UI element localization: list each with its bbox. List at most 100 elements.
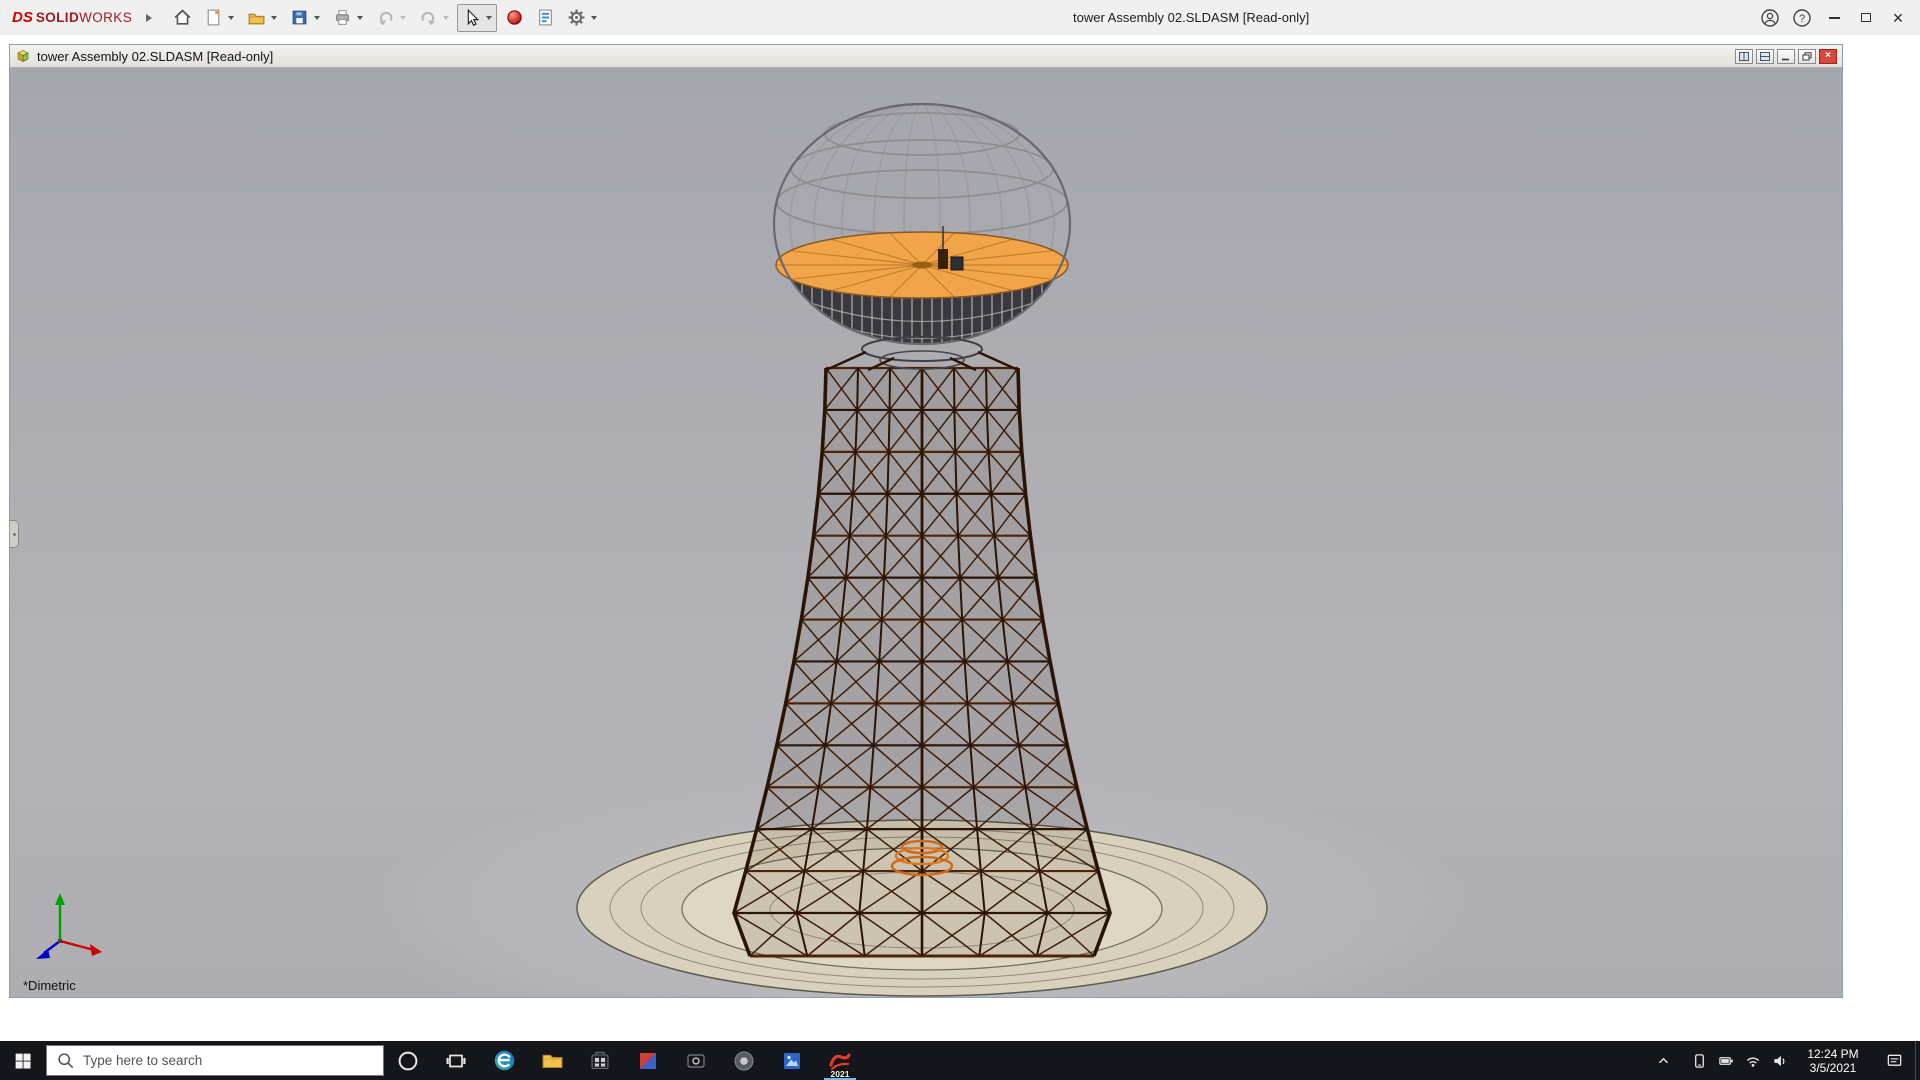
- open-button[interactable]: [244, 6, 268, 30]
- file-explorer-button[interactable]: [528, 1041, 576, 1080]
- cortana-button[interactable]: [384, 1041, 432, 1080]
- record-macro-icon: [505, 8, 524, 27]
- split-vertical-icon: [1739, 52, 1749, 61]
- network-tray-button[interactable]: [1739, 1041, 1766, 1080]
- select-tool-button[interactable]: [459, 6, 483, 30]
- redo-dropdown-icon[interactable]: [443, 16, 449, 20]
- undo-dropdown-icon[interactable]: [400, 16, 406, 20]
- store-icon: [589, 1050, 611, 1072]
- record-macro-button[interactable]: [502, 6, 526, 30]
- windows-start-icon: [14, 1052, 32, 1070]
- minimize-icon: [1829, 17, 1840, 19]
- device-icon: [1691, 1053, 1707, 1069]
- minimize-button[interactable]: [1818, 3, 1850, 33]
- document-window: tower Assembly 02.SLDASM [Read-only] ×: [9, 44, 1843, 998]
- document-minimize-button[interactable]: [1777, 49, 1795, 64]
- browser-app-button[interactable]: [720, 1041, 768, 1080]
- new-dropdown-icon[interactable]: [228, 16, 234, 20]
- taskbar: 2021 12:24 PM 3/5/2021: [0, 1041, 1920, 1080]
- window-controls: ? ×: [1754, 3, 1914, 33]
- panel-splitter-handle[interactable]: [10, 520, 19, 548]
- redo-button[interactable]: [416, 6, 440, 30]
- menu-expand-icon[interactable]: [146, 14, 152, 22]
- split-horizontal-button[interactable]: [1756, 49, 1774, 64]
- solidworks-taskbar-button[interactable]: 2021: [816, 1041, 864, 1080]
- cortana-icon: [397, 1050, 419, 1072]
- open-folder-icon: [247, 8, 266, 27]
- select-dropdown-icon[interactable]: [486, 16, 492, 20]
- device-tray-button[interactable]: [1685, 1041, 1712, 1080]
- capture-tool-button[interactable]: [672, 1041, 720, 1080]
- new-document-icon: [204, 8, 223, 27]
- new-document-button[interactable]: [201, 6, 225, 30]
- document-title: tower Assembly 02.SLDASM [Read-only]: [37, 49, 273, 64]
- options-gear-icon: [567, 8, 586, 27]
- viewport-3d[interactable]: *Dimetric: [10, 68, 1842, 997]
- document-titlebar[interactable]: tower Assembly 02.SLDASM [Read-only] ×: [10, 45, 1842, 68]
- document-minimize-icon: [1781, 52, 1791, 61]
- orientation-triad[interactable]: [22, 889, 112, 961]
- undo-button[interactable]: [373, 6, 397, 30]
- document-close-icon: ×: [1825, 51, 1831, 61]
- capture-tool-icon: [685, 1050, 707, 1072]
- start-button[interactable]: [0, 1041, 46, 1080]
- undo-icon: [376, 8, 395, 27]
- clock-time: 12:24 PM: [1807, 1047, 1858, 1061]
- z-axis-icon: [36, 949, 50, 959]
- tray-expand-button[interactable]: [1650, 1041, 1677, 1080]
- document-restore-button[interactable]: [1798, 49, 1816, 64]
- view-orientation-label: *Dimetric: [23, 978, 76, 993]
- battery-tray-button[interactable]: [1712, 1041, 1739, 1080]
- volume-tray-button[interactable]: [1766, 1041, 1793, 1080]
- save-dropdown-icon[interactable]: [314, 16, 320, 20]
- task-view-button[interactable]: [432, 1041, 480, 1080]
- options-button[interactable]: [564, 6, 588, 30]
- search-icon: [57, 1052, 74, 1069]
- edge-button[interactable]: [480, 1041, 528, 1080]
- home-button[interactable]: [170, 6, 194, 30]
- save-button[interactable]: [287, 6, 311, 30]
- design-table-button[interactable]: [533, 6, 557, 30]
- action-center-button[interactable]: [1873, 1041, 1915, 1080]
- window-title: tower Assembly 02.SLDASM [Read-only]: [1073, 0, 1309, 35]
- store-button[interactable]: [576, 1041, 624, 1080]
- ds-logo-icon: DS: [12, 9, 33, 26]
- solidworks-logo: DS SOLID WORKS: [12, 9, 132, 26]
- show-desktop-button[interactable]: [1915, 1041, 1920, 1080]
- account-icon: [1760, 8, 1780, 28]
- taskbar-search[interactable]: [46, 1045, 384, 1076]
- select-cursor-icon: [462, 8, 481, 27]
- home-icon: [173, 8, 192, 27]
- redo-icon: [419, 8, 438, 27]
- print-dropdown-icon[interactable]: [357, 16, 363, 20]
- options-dropdown-icon[interactable]: [591, 16, 597, 20]
- split-vertical-button[interactable]: [1735, 49, 1753, 64]
- file-explorer-icon: [541, 1049, 564, 1072]
- task-view-icon: [445, 1050, 467, 1072]
- photos-button[interactable]: [768, 1041, 816, 1080]
- dome-cage: [774, 104, 1070, 370]
- print-button[interactable]: [330, 6, 354, 30]
- brand-works: WORKS: [79, 10, 132, 25]
- account-button[interactable]: [1754, 3, 1786, 33]
- open-dropdown-icon[interactable]: [271, 16, 277, 20]
- search-input[interactable]: [83, 1053, 373, 1068]
- network-wifi-icon: [1745, 1053, 1761, 1069]
- action-center-icon: [1886, 1052, 1903, 1069]
- clock-date: 3/5/2021: [1810, 1061, 1857, 1075]
- media-app-icon: [637, 1050, 659, 1072]
- design-table-icon: [536, 8, 555, 27]
- split-horizontal-icon: [1760, 52, 1770, 61]
- taskbar-clock[interactable]: 12:24 PM 3/5/2021: [1793, 1041, 1873, 1080]
- media-app-button[interactable]: [624, 1041, 672, 1080]
- document-close-button[interactable]: ×: [1819, 49, 1837, 64]
- maximize-icon: [1861, 13, 1871, 22]
- help-button[interactable]: ?: [1786, 3, 1818, 33]
- app-client-area: tower Assembly 02.SLDASM [Read-only] ×: [0, 35, 1920, 1041]
- tower-lattice: [734, 368, 1110, 956]
- x-axis-icon: [90, 944, 102, 956]
- maximize-button[interactable]: [1850, 3, 1882, 33]
- close-button[interactable]: ×: [1882, 3, 1914, 33]
- document-restore-icon: [1802, 52, 1812, 61]
- document-window-controls: ×: [1735, 49, 1837, 64]
